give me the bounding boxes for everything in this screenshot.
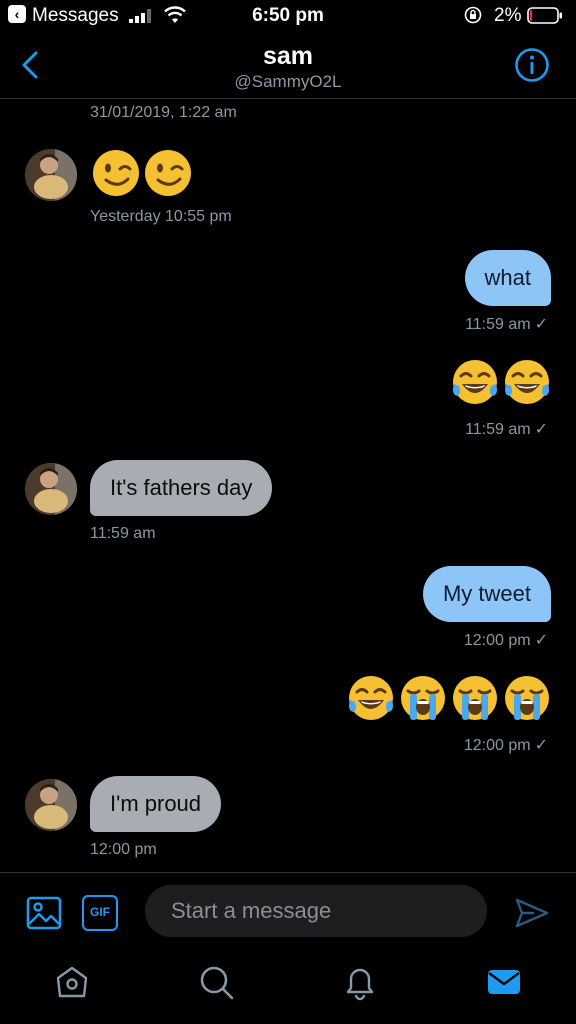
battery-percent: 2% [494, 5, 522, 26]
message-timestamp: 11:59 am ✓ [465, 314, 548, 334]
message-timestamp: Yesterday 10:55 pm [90, 208, 232, 225]
loudly-crying-face-emoji [453, 676, 497, 720]
avatar[interactable] [25, 779, 77, 831]
notifications-icon[interactable] [340, 962, 380, 1002]
winking-face-emoji [145, 150, 191, 196]
conversation-start-timestamp: 31/01/2019, 1:22 am [90, 104, 237, 121]
message-timestamp: 12:00 pm [90, 841, 157, 858]
message-timestamp: 11:59 am [90, 525, 156, 542]
message-bubble-out[interactable]: My tweet [422, 566, 551, 622]
tears-of-joy-emoji [453, 360, 497, 404]
avatar[interactable] [25, 149, 77, 201]
orientation-lock-icon [464, 6, 482, 24]
avatar-photo [25, 149, 77, 201]
message-timestamp: 12:00 pm ✓ [464, 735, 548, 755]
search-icon[interactable] [196, 962, 236, 1002]
message-bubble-out[interactable]: what [464, 250, 551, 306]
message-input[interactable]: Start a message [145, 885, 487, 937]
home-icon[interactable] [52, 962, 92, 1002]
message-time: 11:59 am [465, 316, 531, 333]
message-bubble-in[interactable]: It's fathers day [90, 460, 273, 516]
messages-icon[interactable] [484, 962, 524, 1002]
avatar[interactable] [25, 463, 77, 515]
message-bubble-in[interactable]: I'm proud [90, 776, 222, 832]
loudly-crying-face-emoji [505, 676, 549, 720]
status-bar: ‹ Messages 6:50 pm 2% [0, 0, 576, 32]
info-icon[interactable] [514, 47, 550, 83]
message-time: 11:59 am [465, 421, 531, 438]
loudly-crying-face-emoji [401, 676, 445, 720]
sent-check-icon: ✓ [534, 316, 548, 333]
avatar-photo [25, 463, 77, 515]
message-composer: GIF Start a message [0, 872, 576, 953]
message-time: 12:00 pm [463, 632, 531, 649]
gif-button[interactable]: GIF [82, 895, 118, 931]
message-bubble-out[interactable] [451, 358, 551, 406]
tears-of-joy-emoji [349, 676, 393, 720]
status-time: 6:50 pm [252, 5, 324, 26]
sent-check-icon: ✓ [534, 421, 548, 438]
tears-of-joy-emoji [505, 360, 549, 404]
message-time: 12:00 pm [463, 737, 531, 754]
sent-check-icon: ✓ [534, 632, 548, 649]
message-bubble-out[interactable] [347, 674, 551, 722]
image-icon[interactable] [26, 895, 62, 931]
tab-bar [0, 952, 576, 1024]
send-icon[interactable] [514, 895, 550, 931]
conversation-header: sam @SammyO2L [0, 32, 576, 99]
battery-icon [527, 7, 562, 24]
sent-check-icon: ✓ [534, 737, 548, 754]
message-timestamp: 11:59 am ✓ [465, 419, 548, 439]
contact-handle[interactable]: @SammyO2L [0, 72, 576, 92]
message-timestamp: 12:00 pm ✓ [464, 630, 548, 650]
avatar-photo [25, 779, 77, 831]
winking-face-emoji [93, 150, 139, 196]
message-bubble-in[interactable] [92, 149, 192, 197]
contact-name[interactable]: sam [0, 42, 576, 71]
